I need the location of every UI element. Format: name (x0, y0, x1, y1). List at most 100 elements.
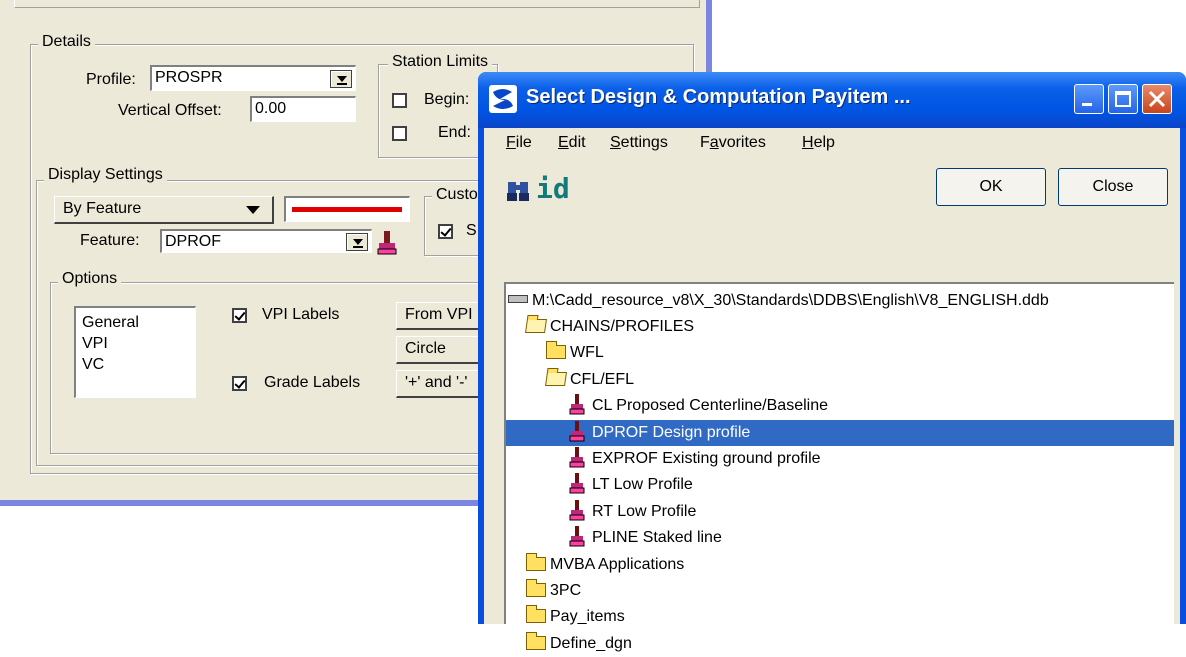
color-line (292, 207, 402, 212)
feature-combo-value: DPROF (165, 233, 221, 250)
by-feature-dropdown[interactable]: By Feature (54, 196, 274, 224)
feature-label: Feature: (80, 232, 140, 249)
tree-item-label: Pay_items (550, 608, 625, 626)
feature-combo[interactable]: DPROF (160, 229, 372, 253)
folder-open-icon (545, 371, 567, 386)
design-tree[interactable]: M:\Cadd_resource_v8\X_30\Standards\DDBS\… (504, 282, 1174, 652)
tree-item-label: CFL/EFL (570, 370, 635, 388)
tree-item-label: DPROF Design profile (592, 423, 751, 441)
tree-item[interactable]: DPROF Design profile (506, 419, 1174, 446)
profile-combo[interactable]: PROSPR (150, 65, 356, 91)
minimize-icon (1082, 103, 1092, 106)
tree-item[interactable]: Pay_items (526, 604, 625, 630)
tree-item-label: Define_dgn (550, 634, 632, 652)
profile-combo-value: PROSPR (155, 69, 223, 86)
tree-item[interactable]: CHAINS/PROFILES (525, 314, 695, 340)
tree-item[interactable]: CFL/EFL (545, 367, 635, 393)
brush-icon[interactable] (376, 230, 398, 256)
vertical-offset-label: Vertical Offset: (118, 102, 222, 119)
brush-icon (569, 394, 585, 415)
begin-label: Begin: (424, 91, 470, 108)
begin-checkbox[interactable] (392, 93, 407, 108)
find-binoculars-icon[interactable] (506, 178, 532, 204)
vpi-labels-checkbox[interactable] (232, 308, 247, 323)
close-icon (1148, 90, 1166, 108)
details-group-label: Details (38, 33, 95, 51)
tree-item-label: WFL (570, 344, 604, 362)
close-button[interactable]: Close (1058, 168, 1168, 206)
grade-labels-checkbox[interactable] (232, 376, 247, 391)
tree-item[interactable]: MVBA Applications (526, 552, 684, 578)
tree-item-label: 3PC (550, 582, 582, 599)
tree-item[interactable]: LT Low Profile (568, 472, 693, 498)
custom-group-label: Custo (432, 186, 482, 204)
tree-item[interactable]: EXPROF Existing ground profile (568, 446, 821, 472)
menu-help[interactable]: Help (802, 134, 835, 152)
ok-button[interactable]: OK (936, 168, 1046, 206)
folder-icon (526, 631, 546, 650)
tree-item-label: PLINE Staked line (592, 529, 722, 547)
tree-item[interactable]: RT Low Profile (568, 499, 696, 525)
menu-file[interactable]: File (506, 134, 532, 152)
vertical-offset-field[interactable]: 0.00 (250, 96, 356, 122)
list-item[interactable]: VPI (82, 333, 195, 354)
tree-item-label: CHAINS/PROFILES (550, 318, 695, 335)
vpi-labels-label: VPI Labels (262, 306, 340, 323)
title-bar[interactable]: Select Design & Computation Payitem ... (478, 72, 1186, 128)
tree-item[interactable]: 3PC (526, 578, 581, 604)
menu-settings[interactable]: Settings (610, 134, 668, 152)
menu-favorites[interactable]: Favorites (700, 134, 766, 152)
folder-icon (546, 341, 566, 360)
minimize-button[interactable] (1074, 84, 1104, 114)
window-title: Select Design & Computation Payitem ... (526, 86, 911, 108)
brush-icon (569, 499, 585, 521)
custom-checkbox[interactable] (438, 224, 453, 239)
menu-edit[interactable]: Edit (558, 134, 586, 152)
list-item[interactable]: General (82, 312, 195, 333)
grade-labels-label: Grade Labels (264, 374, 361, 391)
display-settings-label: Display Settings (44, 166, 167, 184)
select-payitem-window: Select Design & Computation Payitem ... … (478, 72, 1186, 652)
tree-item-label: CL Proposed Centerline/Baseline (592, 397, 828, 415)
folder-icon (526, 552, 546, 571)
brush-icon (569, 420, 585, 442)
tree-item[interactable]: Define_dgn (526, 631, 632, 657)
brush-icon (569, 526, 585, 547)
tree-root[interactable]: M:\Cadd_resource_v8\X_30\Standards\DDBS\… (508, 288, 1049, 314)
drive-icon (508, 295, 528, 303)
window-body: File Edit Settings Favorites Help id OK … (484, 128, 1180, 652)
caret-down-icon (246, 206, 260, 214)
tree-item-label: RT Low Profile (592, 502, 697, 520)
end-label: End: (438, 124, 471, 141)
close-window-button[interactable] (1142, 84, 1172, 114)
brush-icon (569, 447, 585, 468)
brush-icon (569, 473, 585, 494)
options-list[interactable]: General VPI VC (74, 306, 196, 398)
end-checkbox[interactable] (392, 126, 407, 141)
folder-icon (526, 605, 546, 624)
maximize-button[interactable] (1108, 84, 1138, 114)
folder-open-icon (525, 319, 547, 333)
station-limits-label: Station Limits (388, 53, 493, 71)
tree-item-label: LT Low Profile (592, 476, 693, 494)
line-color-swatch[interactable] (284, 196, 410, 222)
top-divider (14, 0, 700, 8)
tree-item-label: EXPROF Existing ground profile (592, 450, 821, 467)
tree-item-label: MVBA Applications (550, 555, 685, 573)
folder-icon (526, 579, 546, 597)
maximize-icon (1115, 91, 1131, 107)
chevron-down-icon[interactable] (330, 70, 352, 88)
tree-root-label: M:\Cadd_resource_v8\X_30\Standards\DDBS\… (532, 292, 1049, 309)
profile-label: Profile: (86, 71, 136, 88)
custom-checkbox-label: S (466, 222, 477, 239)
by-feature-value: By Feature (63, 200, 142, 217)
options-label: Options (58, 270, 122, 288)
list-item[interactable]: VC (82, 354, 195, 375)
menu-bar: File Edit Settings Favorites Help (484, 128, 1180, 162)
app-logo-icon (489, 85, 517, 113)
tree-item[interactable]: PLINE Staked line (568, 525, 722, 551)
id-icon[interactable]: id (536, 172, 570, 205)
tree-item[interactable]: CL Proposed Centerline/Baseline (568, 393, 828, 419)
chevron-down-icon[interactable] (346, 233, 368, 251)
tree-item[interactable]: WFL (546, 340, 604, 366)
